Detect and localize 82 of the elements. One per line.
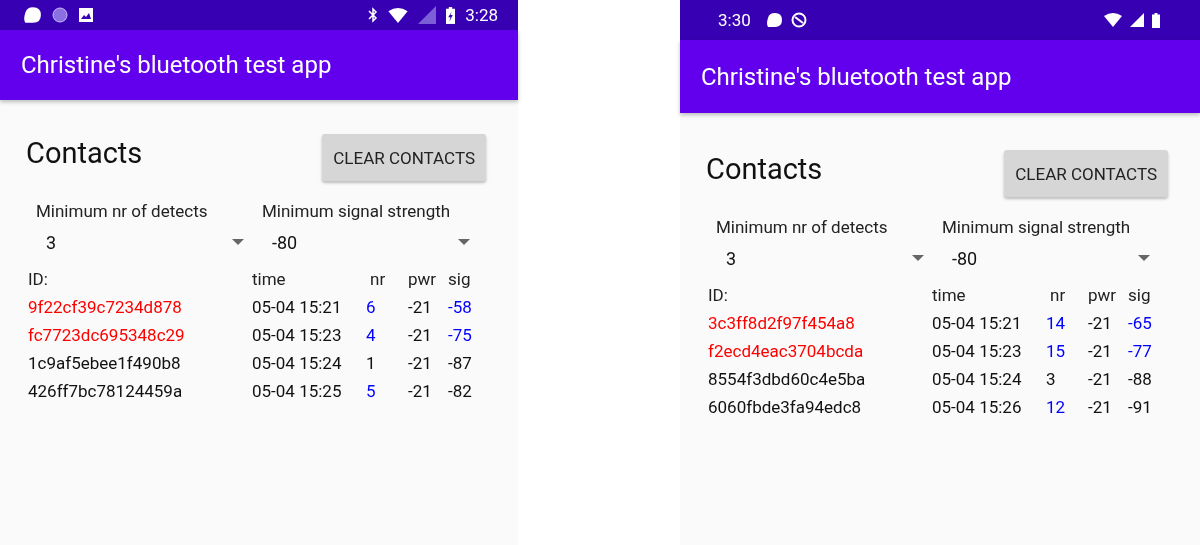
contact-id: 8554f3dbd60c4e5ba <box>708 369 867 389</box>
signal-cell-text: -82 <box>448 381 473 401</box>
signal-cell-text: -91 <box>1128 397 1153 417</box>
clear-contacts-button[interactable]: CLEAR CONTACTS <box>322 134 486 181</box>
dropdown[interactable]: 3 <box>36 221 250 255</box>
column-header: pwr <box>408 269 438 289</box>
bluetooth-icon <box>368 7 379 23</box>
filter-label: Minimum signal strength <box>262 201 452 221</box>
status-time: 3:28 <box>465 5 498 25</box>
contact-id: f2ecd4eac3704bcda <box>708 341 865 361</box>
contacts-heading: Contacts <box>706 152 823 186</box>
contact-id: 3c3ff8d2f97f454a8 <box>708 313 856 333</box>
app-title: Christine's bluetooth test app <box>21 51 332 79</box>
power-cell-text: -21 <box>1088 397 1113 417</box>
count-cell-text: 4 <box>366 325 377 345</box>
count-cell-text: 3 <box>1046 369 1057 389</box>
circle-icon <box>52 7 68 23</box>
image-icon <box>78 7 94 23</box>
contact-id: 426ff7bc78124459a <box>28 381 184 401</box>
time-cell-text: 05-04 15:26 <box>932 397 1023 417</box>
count-cell-text: 15 <box>1046 341 1067 361</box>
signal-cell-text: -77 <box>1128 341 1153 361</box>
contacts-heading: Contacts <box>26 136 143 170</box>
power-cell-text: -21 <box>1088 313 1113 333</box>
column-header: pwr <box>1088 285 1118 305</box>
wifi-icon <box>388 7 409 23</box>
time-cell-text: 05-04 15:24 <box>932 369 1023 389</box>
time-cell-text: 05-04 15:25 <box>252 381 343 401</box>
column-header: sig <box>1128 285 1152 305</box>
filter-label: Minimum signal strength <box>942 217 1132 237</box>
dropdown-arrow-icon <box>1138 255 1150 261</box>
signal-icon <box>1130 13 1144 27</box>
wifi-icon <box>1104 13 1122 27</box>
column-header: sig <box>448 269 472 289</box>
battery-icon <box>446 6 456 24</box>
contact-id: 9f22cf39c7234d878 <box>28 297 183 317</box>
count-cell-text: 12 <box>1046 397 1067 417</box>
time-cell-text: 05-04 15:21 <box>252 297 343 317</box>
power-cell-text: -21 <box>1088 341 1113 361</box>
column-header: nr <box>369 269 387 289</box>
time-cell-text: 05-04 15:23 <box>932 341 1023 361</box>
blob-icon <box>22 6 42 24</box>
column-header: nr <box>1049 285 1067 305</box>
dropdown[interactable]: -80 <box>942 237 1156 271</box>
filter-label: Minimum nr of detects <box>716 217 889 237</box>
dropdown-arrow-icon <box>232 239 244 245</box>
power-cell-text: -21 <box>408 381 433 401</box>
column-header: time <box>252 269 287 289</box>
contact-id: 1c9af5ebee1f490b8 <box>28 353 182 373</box>
column-header: ID: <box>28 269 49 289</box>
signal-cell-text: -87 <box>448 353 473 373</box>
app-title: Christine's bluetooth test app <box>701 62 1012 91</box>
dropdown[interactable]: -80 <box>262 221 476 255</box>
blob-icon <box>764 12 783 28</box>
dropdown-arrow-icon <box>912 255 924 261</box>
column-header: time <box>932 285 967 305</box>
signal-cell-text: -65 <box>1128 313 1153 333</box>
status-time: 3:30 <box>718 10 751 30</box>
no-sign-icon <box>790 12 807 28</box>
signal-icon <box>418 6 437 24</box>
count-cell-text: 5 <box>366 381 377 401</box>
clear-contacts-button[interactable]: CLEAR CONTACTS <box>1004 150 1168 197</box>
power-cell-text: -21 <box>1088 369 1113 389</box>
contact-id: 6060fbde3fa94edc8 <box>708 397 863 417</box>
dropdown[interactable]: 3 <box>716 237 930 271</box>
column-header: ID: <box>708 285 729 305</box>
time-cell-text: 05-04 15:21 <box>932 313 1023 333</box>
contact-id: fc7723dc695348c29 <box>28 325 186 345</box>
battery-icon <box>1152 12 1160 28</box>
power-cell-text: -21 <box>408 353 433 373</box>
dropdown-arrow-icon <box>458 239 470 245</box>
count-cell-text: 1 <box>366 353 377 373</box>
power-cell-text: -21 <box>408 297 433 317</box>
signal-cell-text: -58 <box>448 297 473 317</box>
count-cell-text: 6 <box>366 297 377 317</box>
signal-cell-text: -88 <box>1128 369 1153 389</box>
time-cell-text: 05-04 15:23 <box>252 325 343 345</box>
time-cell-text: 05-04 15:24 <box>252 353 343 373</box>
count-cell-text: 14 <box>1046 313 1067 333</box>
signal-cell-text: -75 <box>448 325 473 345</box>
power-cell-text: -21 <box>408 325 433 345</box>
filter-label: Minimum nr of detects <box>36 201 209 221</box>
